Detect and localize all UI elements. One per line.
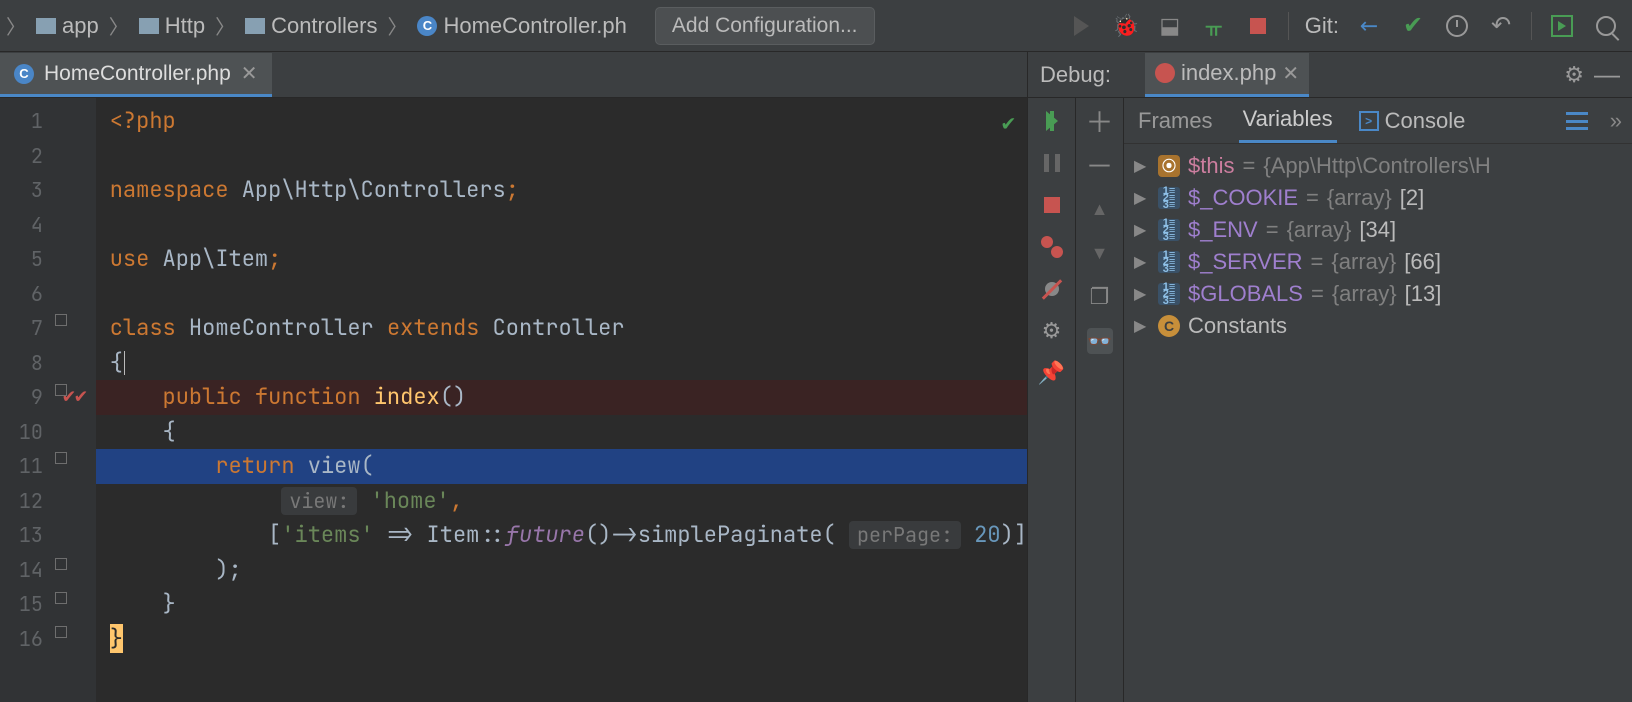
debug-session-tab[interactable]: index.php ✕ bbox=[1145, 53, 1309, 97]
breadcrumb-sep: 〉 bbox=[109, 11, 129, 40]
git-commit-icon[interactable]: ✔ bbox=[1399, 12, 1427, 40]
layout-icon[interactable] bbox=[1566, 112, 1588, 130]
frames-tab[interactable]: Frames bbox=[1134, 100, 1217, 142]
fold-marker-icon[interactable] bbox=[55, 314, 67, 326]
top-toolbar: 〉 app 〉 Http 〉 Controllers 〉 CHomeContro… bbox=[0, 0, 1632, 52]
remove-watch-icon[interactable]: － bbox=[1087, 152, 1113, 178]
debug-tabs: Frames Variables >Console » bbox=[1124, 98, 1632, 144]
resume-program-icon[interactable] bbox=[1039, 108, 1065, 134]
view-breakpoints-icon[interactable] bbox=[1039, 234, 1065, 260]
fold-gutter: ✔✔ bbox=[53, 98, 96, 702]
pin-icon[interactable]: 📌 bbox=[1039, 360, 1065, 386]
variable-row[interactable]: ▶1≡2≡3≡$_COOKIE = {array} [2] bbox=[1124, 182, 1632, 214]
breadcrumb-file[interactable]: CHomeController.ph bbox=[411, 10, 632, 42]
debug-settings-icon[interactable]: ⚙ bbox=[1564, 62, 1584, 88]
frame-up-icon[interactable]: ▲ bbox=[1087, 196, 1113, 222]
breadcrumb-sep: 〉 bbox=[387, 11, 407, 40]
fold-marker-icon[interactable] bbox=[55, 558, 67, 570]
bug-icon bbox=[1155, 63, 1175, 83]
expand-icon[interactable]: ▶ bbox=[1134, 156, 1150, 176]
code-text[interactable]: ✔ <?php namespace App\Http\Controllers; … bbox=[96, 98, 1027, 702]
debug-minimize-icon[interactable]: — bbox=[1594, 59, 1620, 90]
debug-action-rail: ⚙ 📌 bbox=[1028, 98, 1076, 702]
php-file-icon: C bbox=[14, 64, 34, 84]
breadcrumb-sep: 〉 bbox=[215, 11, 235, 40]
debug-panel: Debug: index.php ✕ ⚙ — ⚙ 📌 bbox=[1028, 52, 1632, 702]
php-file-icon: C bbox=[417, 16, 437, 36]
editor-tab-bar: C HomeController.php ✕ bbox=[0, 52, 1027, 98]
git-revert-icon[interactable]: ↶ bbox=[1487, 12, 1515, 40]
coverage-icon[interactable]: ⬓ bbox=[1156, 12, 1184, 40]
folder-icon bbox=[245, 18, 265, 34]
add-watch-icon[interactable]: ＋ bbox=[1087, 108, 1113, 134]
pause-program-icon[interactable] bbox=[1039, 150, 1065, 176]
line-number-gutter: 12345678910111213141516 bbox=[0, 98, 53, 702]
add-configuration-button[interactable]: Add Configuration... bbox=[655, 7, 875, 45]
mute-breakpoints-icon[interactable] bbox=[1039, 276, 1065, 302]
frame-down-icon[interactable]: ▼ bbox=[1087, 240, 1113, 266]
breadcrumb-http[interactable]: Http bbox=[133, 10, 211, 42]
breadcrumb-controllers[interactable]: Controllers bbox=[239, 10, 383, 42]
show-watches-icon[interactable]: 👓 bbox=[1087, 328, 1113, 354]
array-badge-icon: 1≡2≡3≡ bbox=[1158, 283, 1180, 305]
stop-debug-icon[interactable] bbox=[1039, 192, 1065, 218]
folder-icon bbox=[36, 18, 56, 34]
editor-tab-label: HomeController.php bbox=[44, 62, 231, 86]
breadcrumb-sep: 〉 bbox=[6, 11, 26, 40]
git-label: Git: bbox=[1305, 13, 1339, 39]
run-anything-icon[interactable] bbox=[1548, 12, 1576, 40]
expand-icon[interactable]: ▶ bbox=[1134, 220, 1150, 240]
fold-marker-icon[interactable] bbox=[55, 626, 67, 638]
editor-pane: C HomeController.php ✕ 12345678910111213… bbox=[0, 52, 1028, 702]
expand-icon[interactable]: ▶ bbox=[1134, 252, 1150, 272]
profile-icon[interactable]: ᚂ bbox=[1200, 12, 1228, 40]
variable-row[interactable]: ▶1≡2≡3≡$_SERVER = {array} [66] bbox=[1124, 246, 1632, 278]
debug-title: Debug: bbox=[1040, 62, 1111, 88]
variable-row[interactable]: ▶⦿$this = {App\Http\Controllers\H bbox=[1124, 150, 1632, 182]
stop-icon[interactable] bbox=[1244, 12, 1272, 40]
object-badge-icon: ⦿ bbox=[1158, 155, 1180, 177]
git-history-icon[interactable] bbox=[1443, 12, 1471, 40]
toolbar-divider bbox=[1288, 12, 1289, 40]
expand-icon[interactable]: ▶ bbox=[1134, 284, 1150, 304]
editor-tab-active[interactable]: C HomeController.php ✕ bbox=[0, 53, 272, 97]
run-icon[interactable] bbox=[1068, 12, 1096, 40]
close-tab-icon[interactable]: ✕ bbox=[241, 61, 258, 86]
toolbar-divider bbox=[1531, 12, 1532, 40]
debug-frame-rail: ＋ － ▲ ▼ ❐ 👓 bbox=[1076, 98, 1124, 702]
array-badge-icon: 1≡2≡3≡ bbox=[1158, 187, 1180, 209]
folder-icon bbox=[139, 18, 159, 34]
constants-badge-icon: C bbox=[1158, 315, 1180, 337]
search-everywhere-icon[interactable] bbox=[1592, 12, 1620, 40]
array-badge-icon: 1≡2≡3≡ bbox=[1158, 251, 1180, 273]
variables-list: ▶⦿$this = {App\Http\Controllers\H ▶1≡2≡3… bbox=[1124, 144, 1632, 702]
copy-icon[interactable]: ❐ bbox=[1087, 284, 1113, 310]
debugger-settings-icon[interactable]: ⚙ bbox=[1039, 318, 1065, 344]
debug-bug-icon[interactable]: 🐞 bbox=[1112, 12, 1140, 40]
git-pull-icon[interactable]: ↙ bbox=[1355, 12, 1383, 40]
fold-marker-icon[interactable] bbox=[55, 452, 67, 464]
variable-row[interactable]: ▶1≡2≡3≡$_ENV = {array} [34] bbox=[1124, 214, 1632, 246]
variable-row[interactable]: ▶1≡2≡3≡$GLOBALS = {array} [13] bbox=[1124, 278, 1632, 310]
fold-marker-icon[interactable] bbox=[55, 384, 67, 396]
fold-marker-icon[interactable] bbox=[55, 592, 67, 604]
inspection-ok-icon[interactable]: ✔ bbox=[1002, 106, 1015, 141]
code-editor[interactable]: 12345678910111213141516 ✔✔ ✔ <?php names… bbox=[0, 98, 1027, 702]
variable-row[interactable]: ▶CConstants bbox=[1124, 310, 1632, 342]
expand-icon[interactable]: ▶ bbox=[1134, 188, 1150, 208]
close-session-icon[interactable]: ✕ bbox=[1282, 61, 1299, 86]
console-tab[interactable]: >Console bbox=[1359, 108, 1466, 134]
breadcrumb-app[interactable]: app bbox=[30, 10, 105, 42]
variables-tab[interactable]: Variables bbox=[1239, 98, 1337, 143]
expand-icon[interactable]: ▶ bbox=[1134, 316, 1150, 336]
array-badge-icon: 1≡2≡3≡ bbox=[1158, 219, 1180, 241]
debug-header: Debug: index.php ✕ ⚙ — bbox=[1028, 52, 1632, 98]
more-tabs-icon[interactable]: » bbox=[1610, 108, 1622, 134]
